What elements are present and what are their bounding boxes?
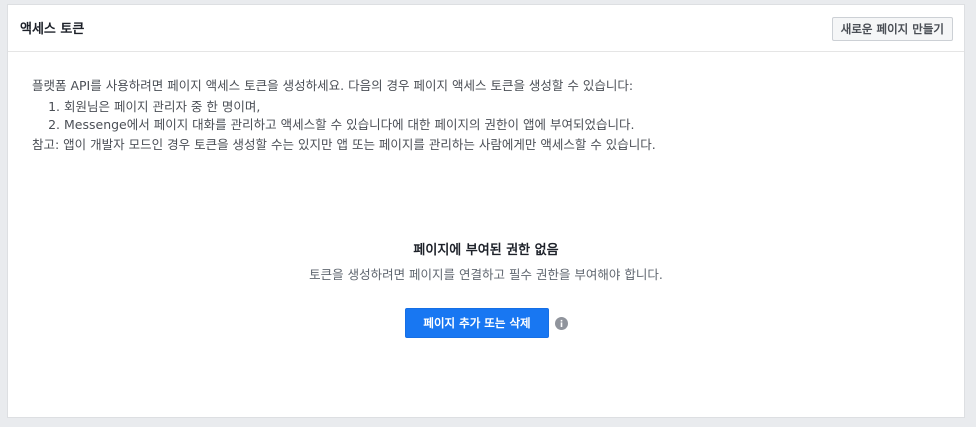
info-icon[interactable] bbox=[555, 317, 568, 330]
add-or-remove-pages-button[interactable]: 페이지 추가 또는 삭제 bbox=[405, 308, 549, 338]
panel-title: 액세스 토큰 bbox=[20, 22, 85, 37]
developer-mode-note: 참고: 앱이 개발자 모드인 경우 토큰을 생성할 수는 있지만 앱 또는 페이… bbox=[32, 137, 656, 152]
intro-text: 플랫폼 API를 사용하려면 페이지 액세스 토큰을 생성하세요. 다음의 경우… bbox=[32, 78, 634, 93]
condition-item: Messenge에서 페이지 대화를 관리하고 액세스할 수 있습니다에 대한 … bbox=[64, 116, 656, 134]
conditions-list: 회원님은 페이지 관리자 중 한 명이며, Messenge에서 페이지 대화를… bbox=[32, 98, 656, 134]
panel-header: 액세스 토큰 새로운 페이지 만들기 bbox=[8, 5, 964, 52]
empty-state: 페이지에 부여된 권한 없음 토큰을 생성하려면 페이지를 연결하고 필수 권한… bbox=[8, 242, 964, 284]
access-token-panel: 액세스 토큰 새로운 페이지 만들기 플랫폼 API를 사용하려면 페이지 액세… bbox=[7, 4, 965, 418]
intro-section: 플랫폼 API를 사용하려면 페이지 액세스 토큰을 생성하세요. 다음의 경우… bbox=[32, 77, 656, 154]
empty-state-description: 토큰을 생성하려면 페이지를 연결하고 필수 권한을 부여해야 합니다. bbox=[309, 267, 663, 282]
action-row: 페이지 추가 또는 삭제 bbox=[8, 308, 964, 338]
condition-item: 회원님은 페이지 관리자 중 한 명이며, bbox=[64, 98, 656, 116]
create-new-page-button[interactable]: 새로운 페이지 만들기 bbox=[831, 17, 953, 41]
empty-state-title: 페이지에 부여된 권한 없음 bbox=[413, 243, 559, 258]
